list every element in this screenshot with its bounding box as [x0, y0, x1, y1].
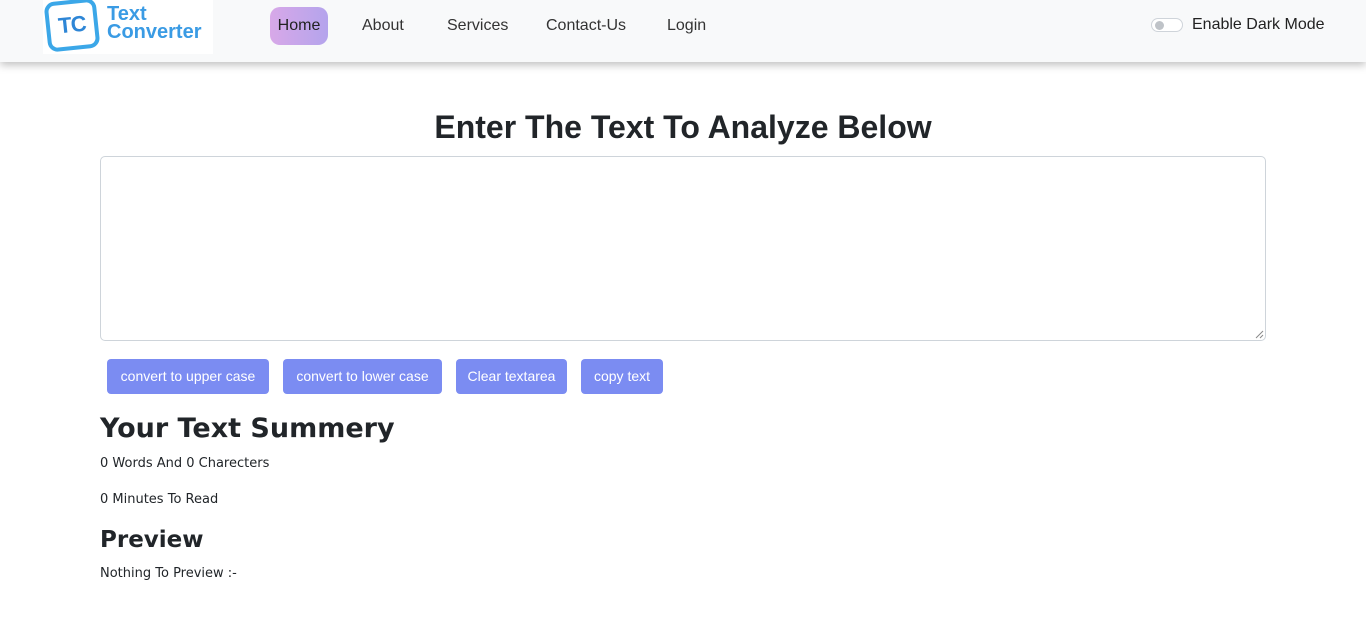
logo-badge-text: TC: [57, 10, 87, 39]
nav-services[interactable]: Services: [447, 7, 508, 45]
summary-title: Your Text Summery: [100, 413, 395, 444]
resize-grip-icon[interactable]: [1254, 329, 1264, 339]
nav-home[interactable]: Home: [270, 7, 328, 45]
toggle-knob: [1155, 21, 1164, 30]
preview-text: Nothing To Preview :-: [100, 566, 237, 581]
logo-text-line2: Converter: [107, 21, 202, 43]
lower-case-button[interactable]: convert to lower case: [283, 359, 442, 394]
dark-mode-toggle[interactable]: [1151, 18, 1183, 32]
nav-login[interactable]: Login: [667, 7, 706, 45]
nav-about[interactable]: About: [362, 7, 404, 45]
logo-text: Text Converter: [107, 4, 217, 43]
word-char-count: 0 Words And 0 Charecters: [100, 456, 270, 471]
logo-badge: TC: [43, 0, 101, 53]
text-input[interactable]: [100, 156, 1266, 341]
preview-title: Preview: [100, 527, 204, 553]
upper-case-button[interactable]: convert to upper case: [107, 359, 269, 394]
copy-text-button[interactable]: copy text: [581, 359, 663, 394]
page-heading: Enter The Text To Analyze Below: [434, 109, 932, 145]
nav-contact-us[interactable]: Contact-Us: [546, 7, 626, 45]
read-time: 0 Minutes To Read: [100, 492, 219, 507]
logo[interactable]: TC Text Converter: [43, 0, 213, 54]
clear-textarea-button[interactable]: Clear textarea: [456, 359, 567, 394]
dark-mode-label[interactable]: Enable Dark Mode: [1192, 16, 1325, 34]
navbar: TC Text Converter Home About Services Co…: [0, 0, 1366, 62]
